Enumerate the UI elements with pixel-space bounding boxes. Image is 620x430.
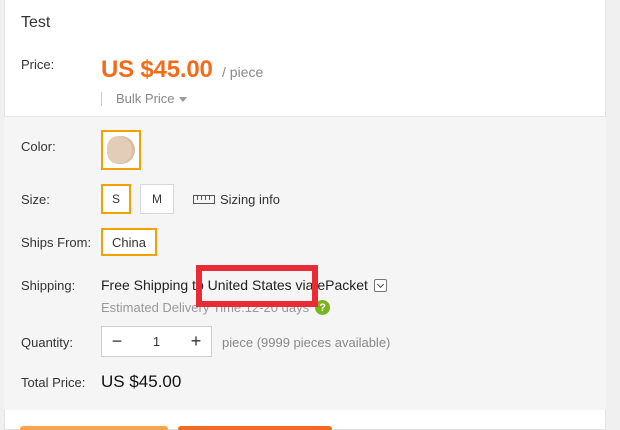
quantity-plus-button[interactable]: + bbox=[181, 327, 211, 356]
size-label: Size: bbox=[21, 192, 50, 207]
color-swatch[interactable] bbox=[101, 130, 141, 170]
total-price-value: US $45.00 bbox=[101, 372, 182, 391]
highlight-annotation-box bbox=[196, 265, 318, 307]
quantity-stepper[interactable]: − 1 + bbox=[101, 326, 212, 357]
quantity-availability: piece (9999 pieces available) bbox=[222, 335, 391, 350]
bulk-price-label: Bulk Price bbox=[116, 91, 175, 106]
product-price: US $45.00 bbox=[101, 56, 213, 83]
page-background bbox=[606, 0, 620, 430]
bulk-divider bbox=[101, 92, 102, 106]
quantity-minus-button[interactable]: − bbox=[102, 327, 132, 356]
caret-down-icon bbox=[178, 97, 187, 102]
color-swatch-image bbox=[107, 136, 135, 164]
size-option-s[interactable]: S bbox=[101, 184, 131, 214]
ships-from-label: Ships From: bbox=[21, 235, 92, 250]
shipping-label: Shipping: bbox=[21, 278, 76, 293]
bulk-price-dropdown[interactable]: Bulk Price bbox=[116, 91, 187, 106]
buy-now-button[interactable] bbox=[20, 426, 168, 430]
size-option-m[interactable]: M bbox=[140, 184, 174, 214]
quantity-label: Quantity: bbox=[21, 335, 74, 350]
sku-section bbox=[4, 116, 606, 410]
ruler-icon bbox=[193, 195, 215, 204]
chevron-down-icon[interactable] bbox=[373, 278, 387, 292]
quantity-input[interactable]: 1 bbox=[132, 334, 181, 349]
color-label: Color: bbox=[21, 139, 56, 154]
sizing-info-label: Sizing info bbox=[220, 192, 280, 207]
price-unit: / piece bbox=[222, 64, 264, 80]
price-label: Price: bbox=[21, 57, 55, 72]
add-to-cart-button[interactable] bbox=[178, 426, 332, 430]
sizing-info-link[interactable]: Sizing info bbox=[193, 192, 280, 207]
total-price-label: Total Price: bbox=[21, 375, 86, 390]
ships-from-option-china[interactable]: China bbox=[101, 228, 157, 256]
product-title: Test bbox=[21, 14, 51, 31]
